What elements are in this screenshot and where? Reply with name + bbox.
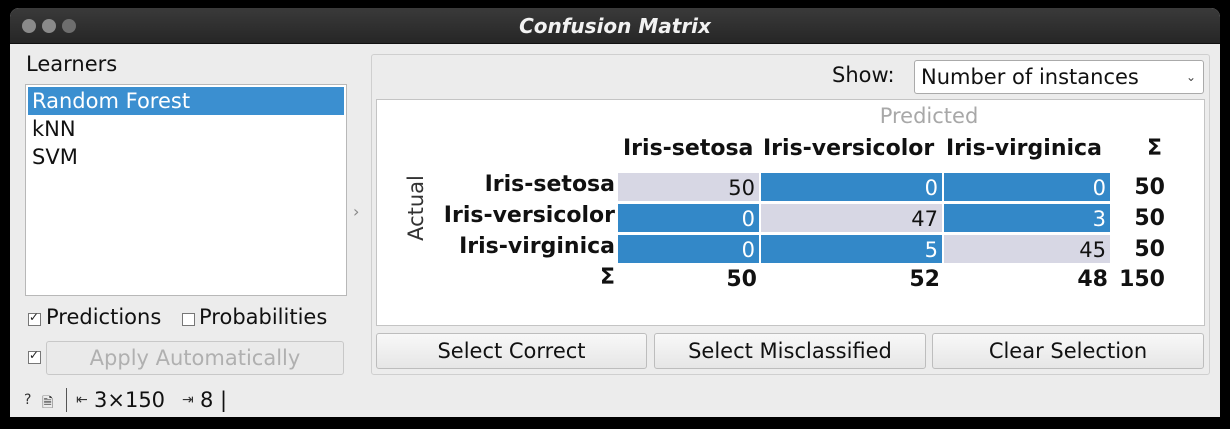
- help-icon[interactable]: ?: [24, 392, 31, 408]
- probabilities-checkbox[interactable]: [182, 313, 195, 326]
- row-header-iris-versicolor: Iris-versicolor: [443, 203, 615, 228]
- col-header-sum: Σ: [1147, 136, 1163, 161]
- col-header-iris-versicolor: Iris-versicolor: [763, 136, 935, 161]
- matrix-cell[interactable]: 3: [943, 203, 1111, 233]
- matrix-cell[interactable]: 47: [760, 203, 943, 233]
- probabilities-label: Probabilities: [199, 305, 328, 329]
- show-label: Show:: [832, 63, 895, 87]
- learner-item-knn[interactable]: kNN: [28, 115, 344, 143]
- chevron-right-icon[interactable]: ›: [353, 202, 359, 221]
- col-header-iris-virginica: Iris-virginica: [946, 136, 1102, 161]
- show-select-value: Number of instances: [921, 65, 1139, 89]
- report-icon[interactable]: 🗎: [42, 392, 53, 416]
- matrix-cell[interactable]: 5: [760, 234, 943, 264]
- col-sum: 50: [726, 267, 757, 292]
- matrix-cell[interactable]: 45: [943, 234, 1111, 264]
- matrix-cell[interactable]: 0: [760, 172, 943, 202]
- output-summary: 8 | 150: [200, 388, 240, 417]
- row-sum: 50: [1134, 175, 1165, 200]
- status-separator: [66, 388, 67, 412]
- col-header-iris-setosa: Iris-setosa: [623, 136, 754, 161]
- learner-item-svm[interactable]: SVM: [28, 143, 344, 171]
- window-title: Confusion Matrix: [519, 14, 711, 38]
- matrix-cell[interactable]: 0: [617, 203, 760, 233]
- learner-item-random-forest[interactable]: Random Forest: [28, 87, 344, 115]
- learners-label: Learners: [26, 52, 118, 76]
- predicted-axis-label: Predicted: [879, 104, 979, 128]
- matrix-cell[interactable]: 50: [617, 172, 760, 202]
- clear-selection-button[interactable]: Clear Selection: [932, 333, 1204, 369]
- learners-list[interactable]: Random Forest kNN SVM: [25, 84, 347, 296]
- output-icon: ⇥: [182, 392, 194, 408]
- select-misclassified-button[interactable]: Select Misclassified: [654, 333, 926, 369]
- matrix-cell[interactable]: 0: [943, 172, 1111, 202]
- confusion-matrix-table: Predicted Actual Iris-setosa Iris-versic…: [376, 99, 1205, 326]
- show-select[interactable]: Number of instances ⌄: [914, 60, 1204, 94]
- row-sum: 50: [1134, 237, 1165, 262]
- input-summary: 3×150: [94, 388, 166, 412]
- row-header-iris-virginica: Iris-virginica: [459, 234, 615, 259]
- row-sum: 50: [1134, 206, 1165, 231]
- input-icon: ⇤: [76, 392, 88, 408]
- matrix-cell[interactable]: 0: [617, 234, 760, 264]
- chevron-down-icon: ⌄: [1185, 70, 1196, 84]
- predictions-label: Predictions: [46, 305, 162, 329]
- row-header-iris-setosa: Iris-setosa: [484, 172, 615, 197]
- total-sum: 150: [1119, 267, 1165, 292]
- apply-automatically-button[interactable]: Apply Automatically: [46, 341, 344, 375]
- row-header-sum: Σ: [599, 265, 615, 290]
- predictions-checkbox[interactable]: [28, 310, 41, 326]
- confusion-matrix-window: Confusion Matrix Learners Random Forest …: [10, 8, 1220, 417]
- col-sum: 48: [1077, 267, 1108, 292]
- select-correct-button[interactable]: Select Correct: [376, 333, 647, 369]
- col-sum: 52: [909, 267, 940, 292]
- title-bar: Confusion Matrix: [10, 8, 1220, 44]
- apply-automatically-checkbox[interactable]: [28, 348, 41, 364]
